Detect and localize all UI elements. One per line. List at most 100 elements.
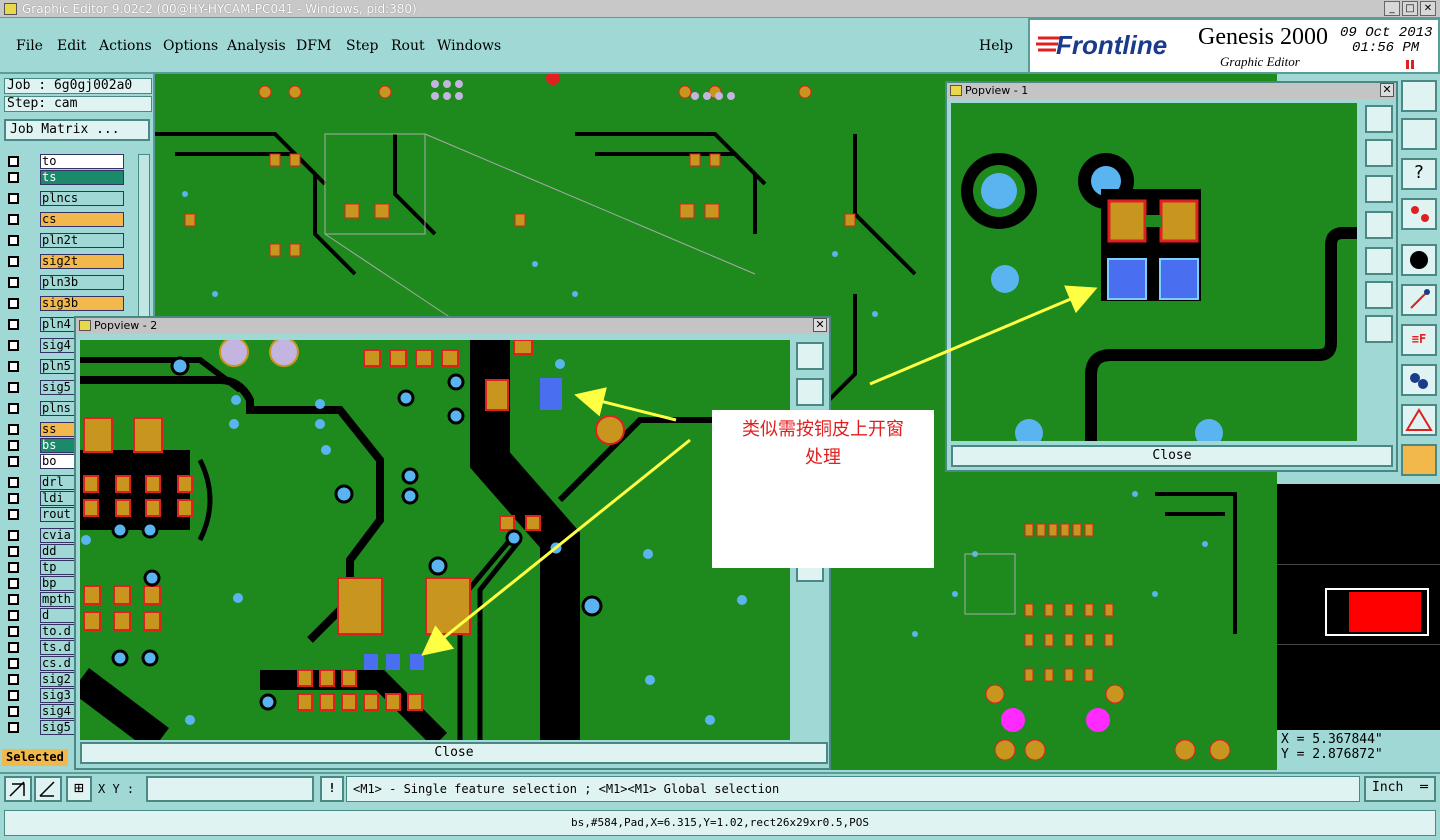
layer-checkbox[interactable]	[8, 626, 19, 637]
pv1-zoom-in-icon[interactable]	[1365, 281, 1393, 309]
feature-info-text: bs,#584,Pad,X=6.315,Y=1.02,rect26x29xr0.…	[4, 810, 1436, 836]
layer-name[interactable]: to	[40, 154, 124, 169]
selected-indicator: Selected	[2, 749, 68, 766]
menu-step[interactable]: Step	[346, 38, 378, 54]
popview-1-close-icon[interactable]: ✕	[1380, 83, 1394, 97]
layer-row[interactable]: plncs	[6, 191, 124, 206]
measure-icon[interactable]	[34, 776, 62, 802]
layer-checkbox[interactable]	[8, 690, 19, 701]
units-select[interactable]: Inch ═	[1364, 776, 1436, 802]
layer-checkbox[interactable]	[8, 530, 19, 541]
pv1-pan-down-icon[interactable]	[1365, 175, 1393, 203]
annotation-line-2: 处理	[805, 447, 841, 468]
layer-checkbox[interactable]	[8, 440, 19, 451]
layer-row[interactable]: sig2t	[6, 254, 124, 269]
net-tool-icon[interactable]	[1401, 444, 1437, 476]
layer-name[interactable]: sig3b	[40, 296, 124, 311]
menu-actions[interactable]: Actions	[99, 38, 152, 54]
layer-name[interactable]: pln3b	[40, 275, 124, 290]
menu-analysis[interactable]: Analysis	[227, 38, 286, 54]
measure-tool-icon[interactable]	[1401, 198, 1437, 230]
overview-map[interactable]	[1277, 484, 1440, 730]
pv2-zoom-fit-icon[interactable]	[796, 342, 824, 370]
date-display: 09 Oct 2013	[1340, 25, 1433, 41]
layer-checkbox[interactable]	[8, 642, 19, 653]
maximize-button[interactable]: □	[1402, 1, 1418, 16]
layer-checkbox[interactable]	[8, 298, 19, 309]
layer-checkbox[interactable]	[8, 361, 19, 372]
layer-checkbox[interactable]	[8, 256, 19, 267]
layer-row[interactable]: sig3b	[6, 296, 124, 311]
layer-checkbox[interactable]	[8, 706, 19, 717]
layer-name[interactable]: plncs	[40, 191, 124, 206]
layer-checkbox[interactable]	[8, 214, 19, 225]
layer-name[interactable]: pln2t	[40, 233, 124, 248]
layer-checkbox[interactable]	[8, 546, 19, 557]
layer-checkbox[interactable]	[8, 340, 19, 351]
layer-checkbox[interactable]	[8, 509, 19, 520]
layer-row[interactable]: ts	[6, 170, 124, 185]
layer-row[interactable]: pln2t	[6, 233, 124, 248]
menu-edit[interactable]: Edit	[57, 38, 86, 54]
zoom-box-icon[interactable]	[4, 776, 32, 802]
warning-icon[interactable]: !	[320, 776, 344, 802]
layer-row[interactable]: cs	[6, 212, 124, 227]
menu-rout[interactable]: Rout	[391, 38, 425, 54]
pv1-pan-left-icon[interactable]	[1365, 211, 1393, 239]
popview-1-canvas[interactable]	[951, 103, 1357, 441]
shape-tool-icon[interactable]	[1401, 364, 1437, 396]
layer-row[interactable]: pln3b	[6, 275, 124, 290]
layer-checkbox[interactable]	[8, 674, 19, 685]
layer-checkbox[interactable]	[8, 382, 19, 393]
popview-2-canvas[interactable]	[80, 340, 790, 740]
layer-checkbox[interactable]	[8, 235, 19, 246]
pv1-pan-up-icon[interactable]	[1365, 139, 1393, 167]
layer-row[interactable]: to	[6, 154, 124, 169]
layer-checkbox[interactable]	[8, 578, 19, 589]
layer-checkbox[interactable]	[8, 172, 19, 183]
minimize-button[interactable]: _	[1384, 1, 1400, 16]
menu-windows[interactable]: Windows	[437, 38, 501, 54]
menu-file[interactable]: File	[16, 38, 43, 54]
menu-dfm[interactable]: DFM	[296, 38, 331, 54]
close-window-button[interactable]: ✕	[1420, 1, 1436, 16]
popview-2-close-icon[interactable]: ✕	[813, 318, 827, 332]
pv1-zoom-out-icon[interactable]	[1365, 315, 1393, 343]
layer-name[interactable]: sig2t	[40, 254, 124, 269]
menu-help[interactable]: Help	[979, 38, 1013, 54]
product-subtitle: Graphic Editor	[1220, 54, 1300, 69]
layer-checkbox[interactable]	[8, 477, 19, 488]
pv2-pan-up-icon[interactable]	[796, 378, 824, 406]
layer-checkbox[interactable]	[8, 193, 19, 204]
layer-checkbox[interactable]	[8, 319, 19, 330]
layer-checkbox[interactable]	[8, 156, 19, 167]
layer-checkbox[interactable]	[8, 424, 19, 435]
query-tool-icon[interactable]: ?	[1401, 158, 1437, 190]
layer-name[interactable]: ts	[40, 170, 124, 185]
layer-checkbox[interactable]	[8, 610, 19, 621]
layer-checkbox[interactable]	[8, 594, 19, 605]
window-layout-tool-icon[interactable]	[1401, 80, 1437, 112]
layer-name[interactable]: cs	[40, 212, 124, 227]
outline-tool-icon[interactable]	[1401, 404, 1437, 436]
pad-tool-icon[interactable]	[1401, 244, 1437, 276]
snap-tool-icon[interactable]	[1401, 118, 1437, 150]
layer-checkbox[interactable]	[8, 403, 19, 414]
layer-checkbox[interactable]	[8, 456, 19, 467]
job-matrix-button[interactable]: Job Matrix ...	[4, 119, 150, 141]
popview-2-close-button[interactable]: Close	[80, 742, 828, 764]
layer-checkbox[interactable]	[8, 722, 19, 733]
xy-input[interactable]	[146, 776, 314, 802]
popview-1-close-button[interactable]: Close	[951, 445, 1393, 467]
grid-icon[interactable]: ⊞	[66, 776, 92, 802]
layer-checkbox[interactable]	[8, 277, 19, 288]
route-tool-icon[interactable]	[1401, 284, 1437, 316]
dropdown-icon: ═	[1420, 780, 1428, 795]
layer-checkbox[interactable]	[8, 493, 19, 504]
menu-options[interactable]: Options	[163, 38, 218, 54]
fill-tool-icon[interactable]: ≡F	[1401, 324, 1437, 356]
pv1-pan-right-icon[interactable]	[1365, 247, 1393, 275]
layer-checkbox[interactable]	[8, 562, 19, 573]
pv1-zoom-fit-icon[interactable]	[1365, 105, 1393, 133]
layer-checkbox[interactable]	[8, 658, 19, 669]
